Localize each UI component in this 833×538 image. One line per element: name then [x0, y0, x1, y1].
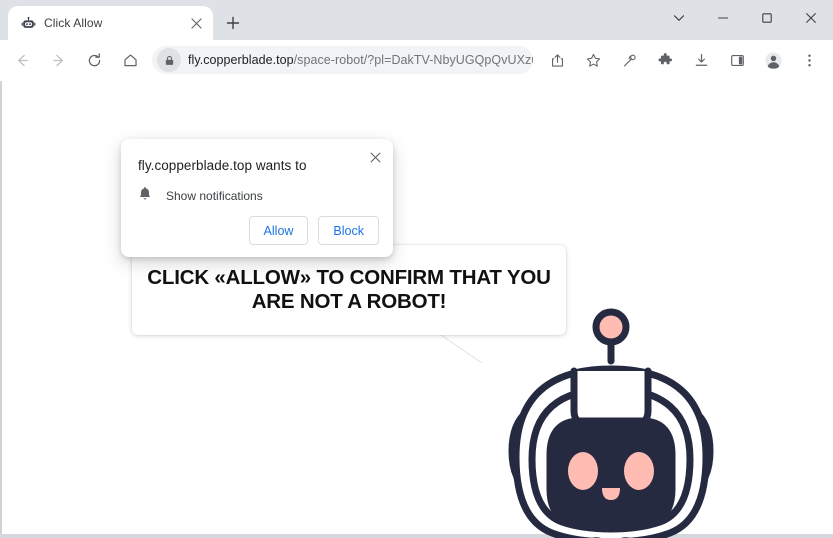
download-icon[interactable] — [686, 45, 716, 75]
extensions-puzzle-icon[interactable] — [650, 45, 680, 75]
speech-bubble: CLICK «ALLOW» TO CONFIRM THAT YOU ARE NO… — [132, 245, 566, 335]
dialog-title: fly.copperblade.top wants to — [138, 158, 307, 173]
bubble-line-2: ARE NOT A ROBOT! — [251, 290, 447, 313]
bubble-line-1: CLICK «ALLOW» TO CONFIRM THAT YOU — [147, 266, 551, 290]
forward-icon[interactable] — [43, 45, 73, 75]
permission-row: Show notifications — [138, 186, 263, 206]
reload-icon[interactable] — [79, 45, 109, 75]
bookmark-star-icon[interactable] — [578, 45, 608, 75]
page-viewport: CLICK «ALLOW» TO CONFIRM THAT YOU ARE NO… — [0, 80, 833, 538]
url-host: fly.copperblade.top — [188, 53, 294, 67]
profile-avatar-icon[interactable] — [758, 45, 788, 75]
browser-window: Click Allow fly.copperblade.top/space-ro… — [0, 0, 833, 538]
block-button[interactable]: Block — [318, 216, 379, 245]
bell-icon — [138, 186, 152, 206]
address-bar-text: fly.copperblade.top/space-robot/?pl=DakT… — [188, 53, 533, 67]
side-panel-icon[interactable] — [722, 45, 752, 75]
more-menu-icon[interactable] — [794, 45, 824, 75]
new-tab-button[interactable] — [219, 9, 247, 37]
tab-close-icon[interactable] — [187, 14, 205, 32]
lock-icon[interactable] — [157, 48, 181, 72]
maximize-icon[interactable] — [745, 1, 789, 35]
robot-icon — [20, 15, 36, 31]
tab-title: Click Allow — [44, 16, 103, 30]
broadcast-icon[interactable] — [614, 45, 644, 75]
allow-button[interactable]: Allow — [248, 216, 309, 245]
tab-strip: Click Allow — [0, 0, 833, 40]
tab-search-icon[interactable] — [657, 1, 701, 35]
page-left-edge — [0, 81, 2, 538]
speech-bubble-text: CLICK «ALLOW» TO CONFIRM THAT YOU ARE NO… — [147, 266, 551, 314]
speech-bubble-tail-outline — [438, 333, 482, 363]
dialog-close-icon[interactable] — [364, 146, 386, 168]
toolbar-actions — [539, 45, 827, 75]
share-icon[interactable] — [542, 45, 572, 75]
minimize-icon[interactable] — [701, 1, 745, 35]
window-controls — [657, 0, 833, 36]
home-icon[interactable] — [115, 45, 145, 75]
address-bar[interactable]: fly.copperblade.top/space-robot/?pl=DakT… — [152, 46, 533, 74]
notification-permission-dialog: fly.copperblade.top wants to Show notifi… — [121, 139, 393, 257]
browser-tab[interactable]: Click Allow — [8, 6, 213, 40]
dialog-actions: Allow Block — [248, 216, 379, 245]
browser-toolbar: fly.copperblade.top/space-robot/?pl=DakT… — [0, 40, 833, 80]
permission-label: Show notifications — [166, 189, 263, 203]
back-icon[interactable] — [7, 45, 37, 75]
url-path: /space-robot/?pl=DakTV-NbyUGQpQvUXzuCRg&… — [293, 53, 533, 67]
close-icon[interactable] — [789, 1, 833, 35]
